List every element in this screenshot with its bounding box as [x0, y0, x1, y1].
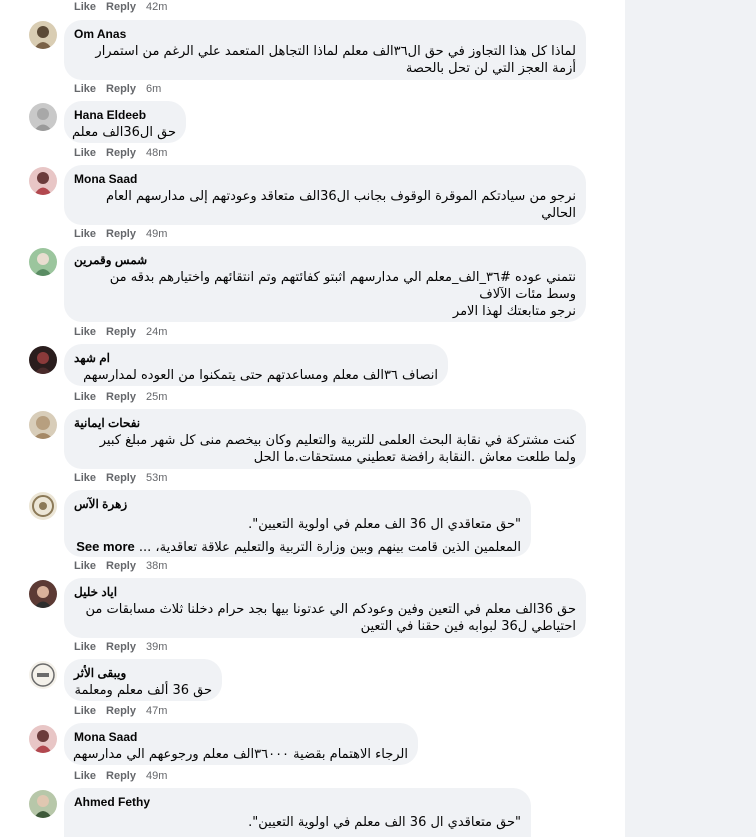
- comment-time[interactable]: 49m: [146, 228, 167, 240]
- comment-time[interactable]: 25m: [146, 391, 167, 403]
- comment-bubble: ام شهد انصاف ٣٦الف معلم ومساعدتهم حتى يت…: [64, 344, 448, 386]
- reply-button[interactable]: Reply: [106, 641, 136, 653]
- comment-text: لماذا كل هذا التجاوز في حق ال٣٦الف معلم …: [95, 44, 576, 76]
- comment-text: حق ال36الف معلم: [72, 125, 176, 140]
- comment-text: "حق متعاقدي ال 36 الف معلم في اولوية الت…: [248, 815, 521, 830]
- comment-bubble: شمس وقمرين نتمني عوده #٣٦_الف_معلم الي م…: [64, 246, 586, 322]
- comment-time[interactable]: 47m: [146, 705, 167, 717]
- like-button[interactable]: Like: [74, 228, 96, 240]
- avatar[interactable]: [29, 790, 57, 818]
- comment-time[interactable]: 49m: [146, 770, 167, 782]
- comment-author[interactable]: اياد خليل: [74, 584, 576, 600]
- comment-text: حق 36الف معلم في التعين وفين وعودكم الي …: [85, 602, 576, 634]
- avatar[interactable]: [29, 103, 57, 131]
- reply-button[interactable]: Reply: [106, 705, 136, 717]
- comment-time[interactable]: 53m: [146, 472, 167, 484]
- comment-author[interactable]: Mona Saad: [74, 729, 408, 745]
- comment-text: الرجاء الاهتمام بقضية ٣٦٠٠٠الف معلم ورجو…: [73, 747, 408, 762]
- avatar[interactable]: [29, 580, 57, 608]
- comment-text: كنت مشتركة في نقابة البحث العلمى للتربية…: [99, 433, 576, 465]
- comment-actions: Like Reply 49m: [74, 769, 167, 783]
- comment-time[interactable]: 38m: [146, 560, 167, 572]
- comment-bubble: Mona Saad نرجو من سيادتكم الموقرة الوقوف…: [64, 165, 586, 225]
- comment-text: "حق متعاقدي ال 36 الف معلم في اولوية الت…: [76, 517, 521, 555]
- like-button[interactable]: Like: [74, 1, 96, 13]
- comment-bubble: زهرة الآس "حق متعاقدي ال 36 الف معلم في …: [64, 490, 531, 557]
- like-button[interactable]: Like: [74, 391, 96, 403]
- comment-text: حق 36 ألف معلم ومعلمة: [74, 683, 212, 698]
- like-button[interactable]: Like: [74, 770, 96, 782]
- comment-bubble: اياد خليل حق 36الف معلم في التعين وفين و…: [64, 578, 586, 638]
- avatar[interactable]: [29, 21, 57, 49]
- avatar[interactable]: [29, 248, 57, 276]
- comment-time[interactable]: 39m: [146, 641, 167, 653]
- reply-button[interactable]: Reply: [106, 560, 136, 572]
- comment-actions: Like Reply 39m: [74, 640, 167, 654]
- like-button[interactable]: Like: [74, 560, 96, 572]
- like-button[interactable]: Like: [74, 705, 96, 717]
- comment-actions: Like Reply 47m: [74, 704, 167, 718]
- comment-time[interactable]: 42m: [146, 1, 167, 13]
- avatar[interactable]: [29, 725, 57, 753]
- comment-author[interactable]: Ahmed Fethy: [74, 794, 521, 810]
- comment-actions: Like Reply 49m: [74, 227, 167, 241]
- like-button[interactable]: Like: [74, 147, 96, 159]
- comment-actions: Like Reply 38m: [74, 559, 167, 573]
- comment-bubble: Ahmed Fethy "حق متعاقدي ال 36 الف معلم ف…: [64, 788, 531, 837]
- like-button[interactable]: Like: [74, 472, 96, 484]
- avatar[interactable]: [29, 346, 57, 374]
- comment-actions: Like Reply 53m: [74, 471, 167, 485]
- avatar[interactable]: [29, 492, 57, 520]
- comment-text: نرجو من سيادتكم الموقرة الوقوف بجانب ال3…: [105, 189, 576, 221]
- comment-time[interactable]: 6m: [146, 83, 161, 95]
- comment-author[interactable]: Mona Saad: [74, 171, 576, 187]
- comment-actions: Like Reply 6m: [74, 82, 161, 96]
- comment-bubble: Mona Saad الرجاء الاهتمام بقضية ٣٦٠٠٠الف…: [64, 723, 418, 765]
- comment-text: نتمني عوده #٣٦_الف_معلم الي مدارسهم اثبت…: [109, 270, 576, 319]
- comment-bubble: Om Anas لماذا كل هذا التجاوز في حق ال٣٦ا…: [64, 20, 586, 80]
- reply-button[interactable]: Reply: [106, 770, 136, 782]
- comments-panel: Like Reply 42m Om Anas لماذا كل هذا التجاو…: [0, 0, 625, 837]
- comment-actions: Like Reply 42m: [74, 0, 167, 14]
- reply-button[interactable]: Reply: [106, 472, 136, 484]
- comment-author[interactable]: Hana Eldeeb: [74, 107, 176, 123]
- reply-button[interactable]: Reply: [106, 228, 136, 240]
- comment-actions: Like Reply 24m: [74, 325, 167, 339]
- comment-author[interactable]: نفحات ايمانية: [74, 415, 576, 431]
- comment-bubble: نفحات ايمانية كنت مشتركة في نقابة البحث …: [64, 409, 586, 469]
- comment-author[interactable]: زهرة الآس: [74, 496, 521, 512]
- avatar[interactable]: [29, 661, 57, 689]
- comment-author[interactable]: شمس وقمرين: [74, 252, 576, 268]
- comment-actions: Like Reply 48m: [74, 146, 167, 160]
- reply-button[interactable]: Reply: [106, 147, 136, 159]
- comment-bubble: Hana Eldeeb حق ال36الف معلم: [64, 101, 186, 143]
- avatar[interactable]: [29, 167, 57, 195]
- reply-button[interactable]: Reply: [106, 83, 136, 95]
- reply-button[interactable]: Reply: [106, 326, 136, 338]
- like-button[interactable]: Like: [74, 641, 96, 653]
- like-button[interactable]: Like: [74, 326, 96, 338]
- comment-author[interactable]: ام شهد: [74, 350, 438, 366]
- comment-bubble: ويبقى الأثر حق 36 ألف معلم ومعلمة: [64, 659, 222, 701]
- comment-time[interactable]: 24m: [146, 326, 167, 338]
- comment-actions: Like Reply 25m: [74, 390, 167, 404]
- reply-button[interactable]: Reply: [106, 391, 136, 403]
- like-button[interactable]: Like: [74, 83, 96, 95]
- see-more-link[interactable]: See more: [76, 539, 135, 554]
- comment-text: انصاف ٣٦الف معلم ومساعدتهم حتى يتمكنوا م…: [83, 368, 438, 383]
- comment-author[interactable]: ويبقى الأثر: [74, 665, 212, 681]
- reply-button[interactable]: Reply: [106, 1, 136, 13]
- avatar[interactable]: [29, 411, 57, 439]
- comment-author[interactable]: Om Anas: [74, 26, 576, 42]
- comment-time[interactable]: 48m: [146, 147, 167, 159]
